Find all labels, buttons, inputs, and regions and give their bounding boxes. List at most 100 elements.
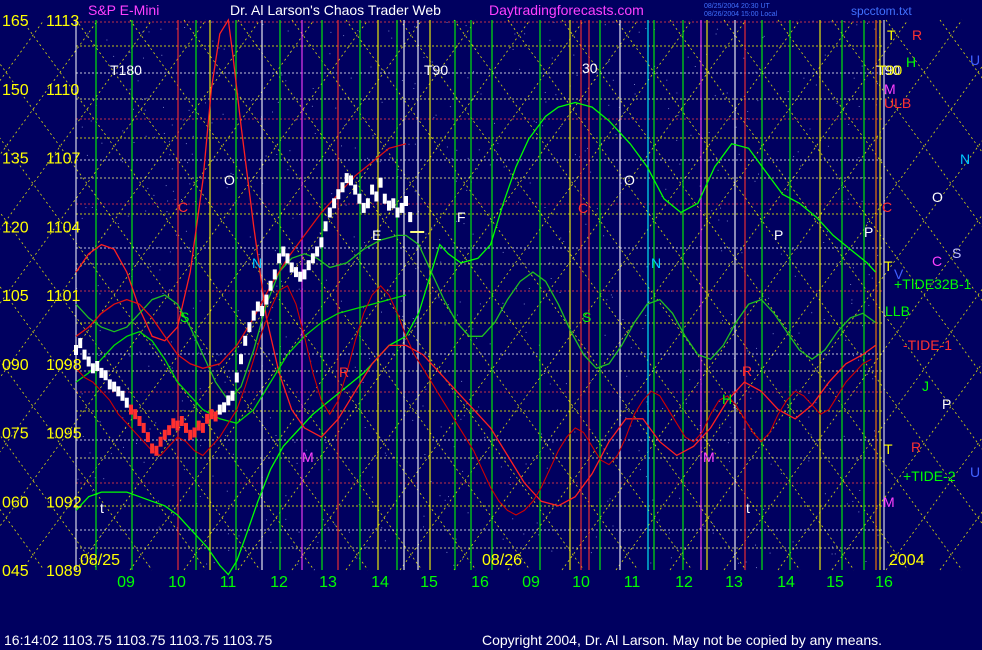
star (845, 339, 847, 341)
star (848, 124, 850, 125)
star (862, 325, 863, 327)
right-label: T (887, 27, 896, 43)
star (329, 53, 331, 55)
star (366, 546, 368, 548)
star (425, 388, 427, 390)
price-bar (378, 177, 383, 188)
price-bar (95, 361, 100, 371)
star (467, 512, 469, 514)
star (328, 469, 330, 471)
star (330, 31, 332, 33)
star (145, 135, 147, 137)
price-bar (336, 189, 341, 200)
timestamp-line2: 08/26/2004 15:00 Local (704, 11, 778, 18)
right-label: LLB (885, 303, 910, 319)
star (808, 460, 810, 462)
price-bar (365, 198, 370, 209)
star (106, 39, 108, 41)
price-bar (192, 427, 197, 438)
price-bar (124, 397, 129, 408)
star (149, 428, 151, 430)
price-tick-label: 1104 (46, 219, 81, 236)
price-bar (184, 422, 188, 433)
star (827, 145, 829, 147)
star (161, 54, 163, 56)
star (563, 241, 565, 242)
star (792, 541, 794, 543)
star (810, 434, 812, 436)
star (722, 320, 723, 322)
star (122, 130, 124, 132)
price-bar (162, 429, 167, 440)
price-bar (116, 386, 121, 397)
price-bar (188, 429, 193, 440)
price-bar (327, 207, 332, 218)
star (171, 124, 173, 126)
price-bar (382, 193, 387, 204)
price-bar (234, 372, 239, 383)
star (528, 288, 530, 289)
star (147, 187, 149, 189)
price-bar (399, 202, 404, 213)
star (459, 301, 461, 303)
star (638, 31, 640, 33)
harmonic-label: 30 (582, 60, 598, 76)
star (123, 446, 124, 448)
star (714, 409, 716, 411)
star (148, 564, 150, 566)
star (173, 264, 175, 266)
right-label: C (882, 199, 892, 215)
star (299, 214, 301, 215)
star (559, 292, 561, 293)
star (222, 113, 224, 115)
star (463, 415, 465, 417)
star (502, 302, 504, 304)
price-bar (391, 198, 396, 209)
star (369, 358, 371, 360)
star (541, 433, 542, 435)
star (191, 153, 193, 155)
star (312, 88, 314, 89)
star (546, 467, 548, 469)
star (317, 541, 319, 543)
star (121, 161, 123, 163)
star (679, 497, 681, 499)
star (578, 160, 580, 161)
star (590, 552, 592, 554)
star (712, 523, 714, 525)
price-bar (74, 345, 78, 355)
star (689, 379, 691, 381)
price-bar (133, 409, 138, 420)
star (213, 562, 215, 564)
price-tick-label: 1110 (46, 82, 79, 99)
star (812, 20, 814, 22)
star (856, 459, 858, 461)
star (462, 558, 464, 560)
star (265, 155, 267, 157)
star (268, 506, 270, 508)
star (184, 27, 186, 28)
star (574, 431, 576, 433)
right-label: T (884, 441, 893, 457)
cycle-letter: S (582, 309, 591, 325)
price-bar (209, 409, 214, 420)
star (685, 402, 687, 404)
star (322, 519, 324, 521)
star (768, 297, 770, 299)
star (851, 302, 853, 304)
star (434, 322, 435, 324)
star (184, 418, 186, 420)
star (223, 48, 225, 50)
star (512, 518, 514, 520)
x-tick-label: 11 (220, 574, 237, 591)
star (103, 478, 105, 480)
star (325, 279, 327, 281)
star (823, 242, 825, 243)
star (227, 533, 229, 535)
star (85, 207, 87, 209)
star (451, 158, 453, 160)
instrument-label: S&P E-Mini (88, 2, 159, 18)
star (510, 321, 511, 323)
price-tick-label: 1095 (46, 426, 82, 443)
star (795, 389, 797, 391)
